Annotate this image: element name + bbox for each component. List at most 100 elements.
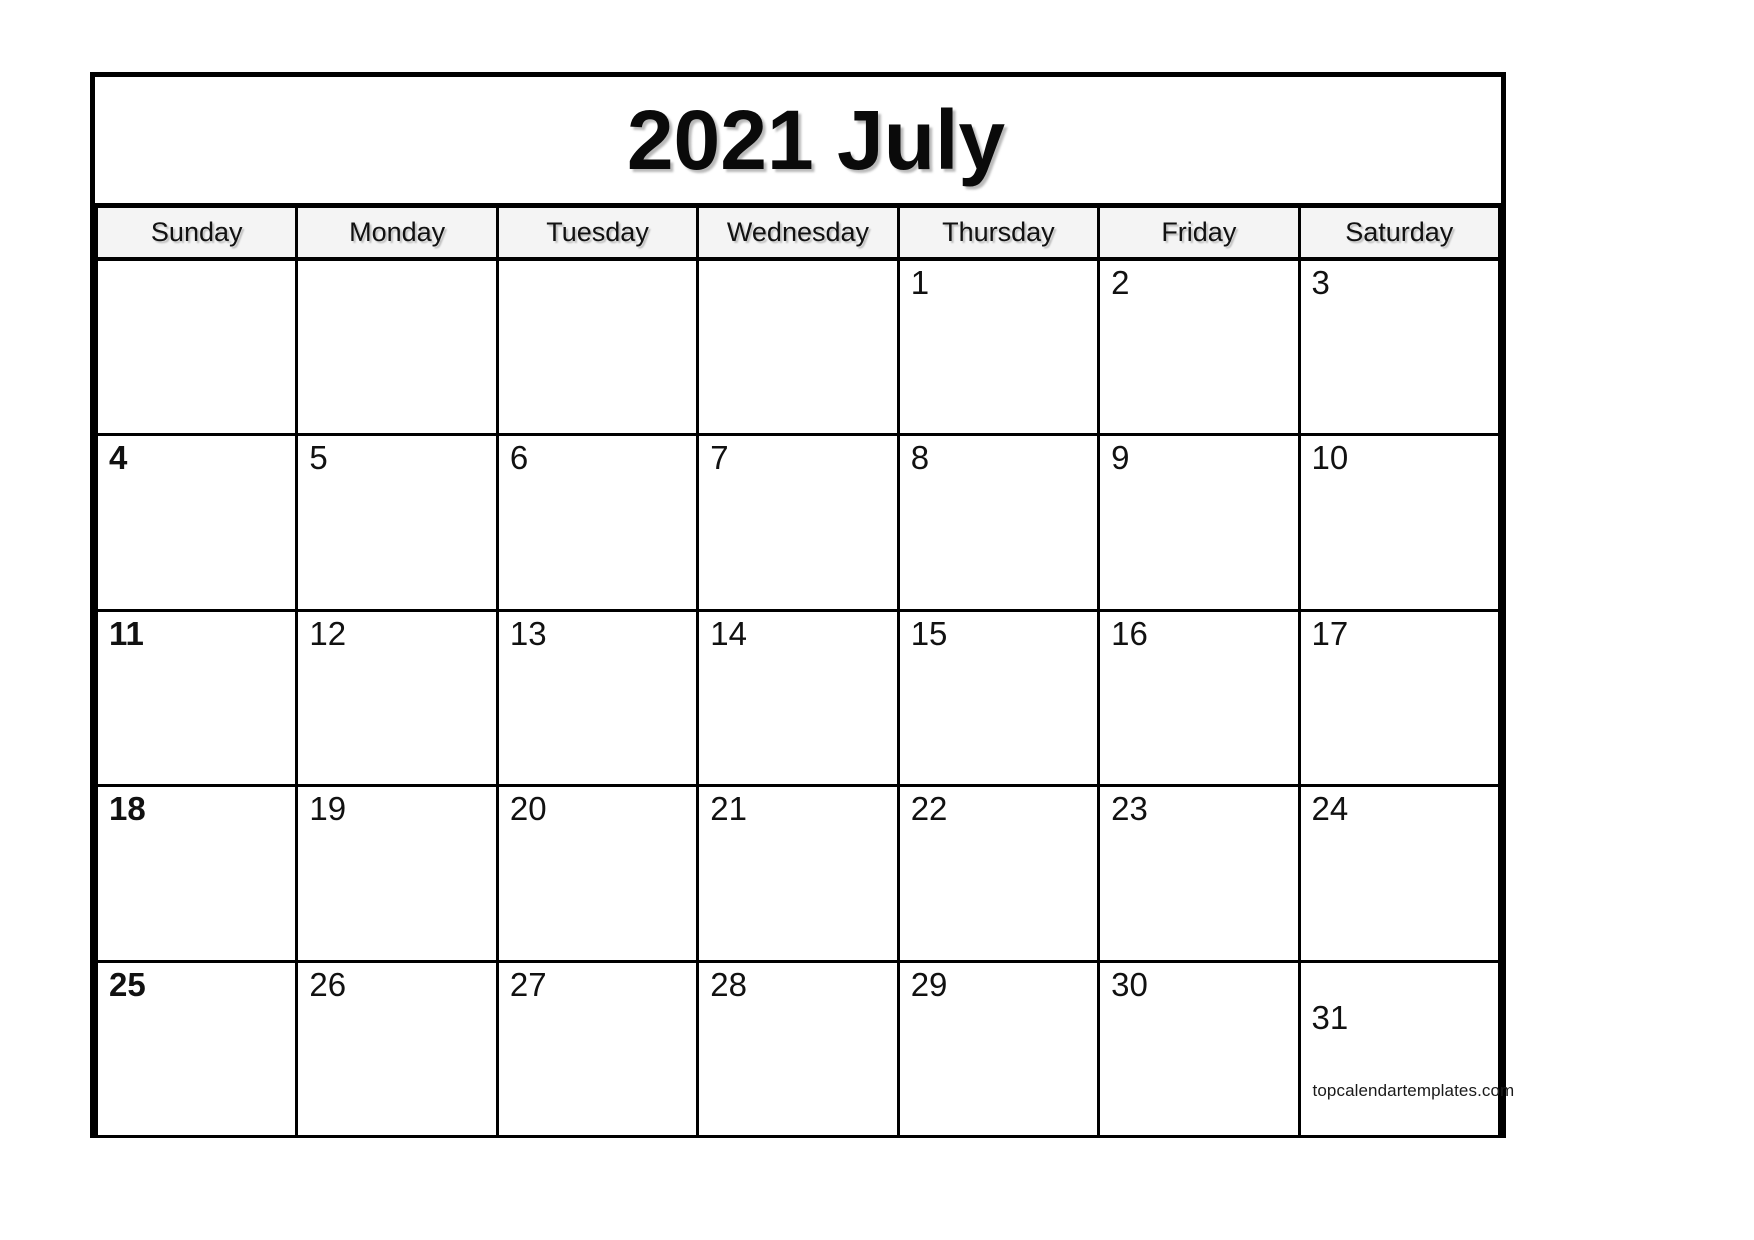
calendar-page: 2021 July Sunday Monday Tuesday Wednesda… xyxy=(0,0,1754,1240)
day-cell-inner: 2 xyxy=(1100,261,1297,433)
day-number: 3 xyxy=(1311,264,1330,301)
weekday-label: Sunday xyxy=(150,217,243,247)
day-number: 7 xyxy=(710,439,729,477)
calendar-day-cell[interactable]: 10 xyxy=(1297,433,1502,612)
calendar-day-cell[interactable]: 17 xyxy=(1297,608,1502,788)
weekday-header-saturday: Saturday xyxy=(1297,208,1502,261)
calendar-day-cell[interactable]: 11 xyxy=(94,608,299,788)
day-cell-inner: 6 xyxy=(499,436,696,608)
weekday-label: Monday xyxy=(349,217,446,247)
calendar-day-cell[interactable]: 31 topcalendartemplates.com xyxy=(1297,959,1514,1139)
calendar-day-cell[interactable]: 13 xyxy=(495,608,700,788)
calendar-day-cell[interactable]: 26 xyxy=(295,959,499,1139)
calendar-day-cell[interactable]: 8 xyxy=(896,433,1101,612)
day-number: 14 xyxy=(710,614,747,652)
day-number: 26 xyxy=(309,965,347,1003)
day-number: 6 xyxy=(509,439,529,477)
day-number: 25 xyxy=(109,965,146,1003)
day-number: 16 xyxy=(1111,614,1148,652)
empty-day-placeholder xyxy=(298,261,495,433)
day-number: 17 xyxy=(1311,614,1349,652)
day-cell-inner: 30 xyxy=(1100,963,1297,1135)
day-cell-inner: 26 xyxy=(298,963,495,1135)
empty-day-placeholder xyxy=(499,261,696,433)
calendar-day-cell[interactable]: 18 xyxy=(94,784,299,963)
page-title: 2021 July xyxy=(626,92,1006,187)
day-number: 2 xyxy=(1111,264,1130,301)
day-cell-inner: 14 xyxy=(699,612,896,784)
weekday-header-friday: Friday xyxy=(1097,208,1301,261)
day-number: 19 xyxy=(309,790,347,828)
day-cell-inner: 23 xyxy=(1100,787,1297,959)
calendar-day-cell-empty xyxy=(94,257,299,437)
calendar-day-cell[interactable]: 3 xyxy=(1297,257,1502,437)
calendar-day-cell[interactable]: 9 xyxy=(1097,433,1301,612)
day-cell-inner: 4 xyxy=(98,436,295,608)
calendar-day-cell[interactable]: 4 xyxy=(94,433,299,612)
calendar-week-row: 11 12 13 14 15 16 17 xyxy=(94,608,1502,788)
calendar-day-cell[interactable]: 12 xyxy=(295,608,499,788)
day-cell-inner: 24 xyxy=(1301,787,1498,959)
empty-day-placeholder xyxy=(699,261,896,433)
calendar-day-cell[interactable]: 2 xyxy=(1097,257,1301,437)
day-number: 21 xyxy=(710,790,747,828)
day-cell-inner: 10 xyxy=(1301,436,1498,608)
day-cell-inner: 9 xyxy=(1100,436,1297,608)
day-cell-inner: 7 xyxy=(699,436,896,608)
weekday-header-thursday: Thursday xyxy=(896,208,1101,261)
calendar-day-cell[interactable]: 25 xyxy=(94,959,299,1139)
day-cell-inner: 29 xyxy=(900,963,1097,1135)
calendar-day-cell-empty xyxy=(495,257,700,437)
calendar-day-cell[interactable]: 30 xyxy=(1097,959,1301,1139)
calendar-day-cell-empty xyxy=(295,257,499,437)
day-cell-inner: 8 xyxy=(900,436,1097,608)
calendar-day-cell[interactable]: 20 xyxy=(495,784,700,963)
day-number: 4 xyxy=(109,439,128,477)
calendar-day-cell[interactable]: 14 xyxy=(696,608,900,788)
day-number: 8 xyxy=(910,439,930,477)
calendar-day-cell[interactable]: 16 xyxy=(1097,608,1301,788)
day-number: 1 xyxy=(910,264,930,301)
day-cell-inner xyxy=(298,261,495,433)
calendar-day-cell[interactable]: 6 xyxy=(495,433,700,612)
weekday-label: Saturday xyxy=(1345,217,1454,247)
day-number: 11 xyxy=(109,614,144,652)
calendar-day-cell[interactable]: 5 xyxy=(295,433,499,612)
weekday-label: Thursday xyxy=(942,217,1055,247)
day-cell-inner: 27 xyxy=(499,963,696,1135)
day-cell-inner: 15 xyxy=(900,612,1097,784)
site-watermark: topcalendartemplates.com xyxy=(1312,1081,1515,1100)
calendar-day-cell[interactable]: 21 xyxy=(696,784,900,963)
day-number: 18 xyxy=(109,790,146,828)
calendar-day-cell[interactable]: 27 xyxy=(495,959,700,1139)
day-cell-inner: 12 xyxy=(298,612,495,784)
day-number: 24 xyxy=(1311,790,1349,828)
day-cell-inner xyxy=(499,261,696,433)
calendar-day-cell[interactable]: 1 xyxy=(896,257,1101,437)
calendar-week-row: 18 19 20 21 22 23 24 xyxy=(94,784,1502,963)
calendar-day-cell[interactable]: 29 xyxy=(896,959,1101,1139)
day-number: 5 xyxy=(309,439,328,477)
day-cell-inner: 11 xyxy=(98,612,295,784)
calendar-day-cell[interactable]: 15 xyxy=(896,608,1101,788)
calendar-day-cell[interactable]: 19 xyxy=(295,784,499,963)
day-cell-inner: 28 xyxy=(699,963,896,1135)
day-number: 29 xyxy=(910,965,948,1003)
day-number: 12 xyxy=(309,614,347,652)
day-cell-inner: 16 xyxy=(1100,612,1297,784)
day-number: 13 xyxy=(509,614,547,652)
calendar-day-cell[interactable]: 24 xyxy=(1297,784,1502,963)
day-number: 30 xyxy=(1111,965,1148,1003)
weekday-header-wednesday: Wednesday xyxy=(696,208,900,261)
day-number: 9 xyxy=(1111,439,1130,477)
day-cell-inner: 5 xyxy=(298,436,495,608)
calendar-day-cell[interactable]: 28 xyxy=(696,959,900,1139)
calendar-day-cell[interactable]: 7 xyxy=(696,433,900,612)
calendar-day-cell[interactable]: 22 xyxy=(896,784,1101,963)
day-cell-inner: 3 xyxy=(1301,261,1498,433)
calendar-day-cell[interactable]: 23 xyxy=(1097,784,1301,963)
day-number: 15 xyxy=(910,614,948,652)
day-number: 22 xyxy=(910,790,948,828)
day-cell-inner: 25 xyxy=(98,963,295,1135)
weekday-header-tuesday: Tuesday xyxy=(495,208,700,261)
